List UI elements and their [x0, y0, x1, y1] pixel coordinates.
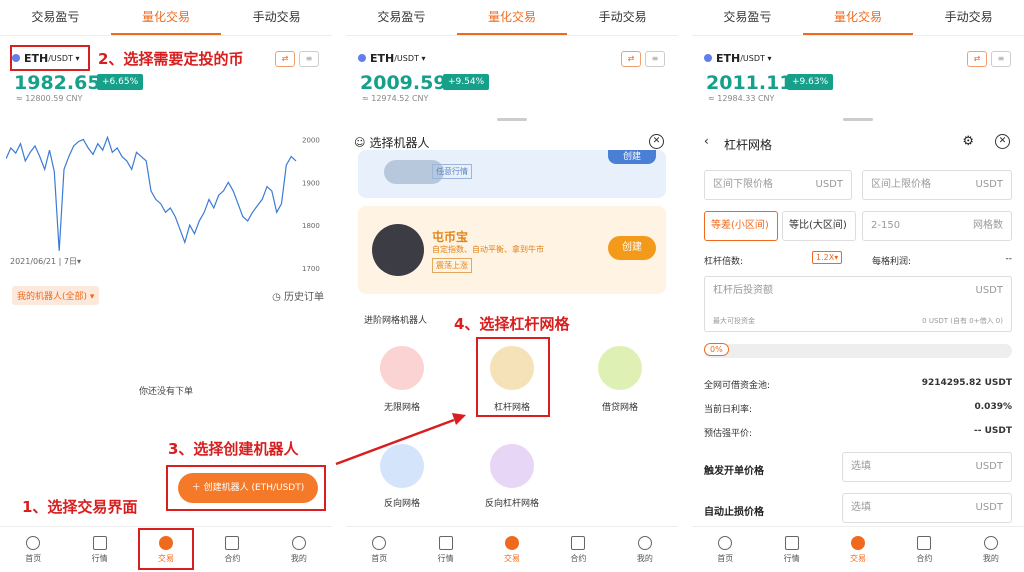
annotation-arrow [335, 413, 466, 466]
arrow-head [452, 413, 466, 425]
arrow-line [335, 418, 455, 466]
